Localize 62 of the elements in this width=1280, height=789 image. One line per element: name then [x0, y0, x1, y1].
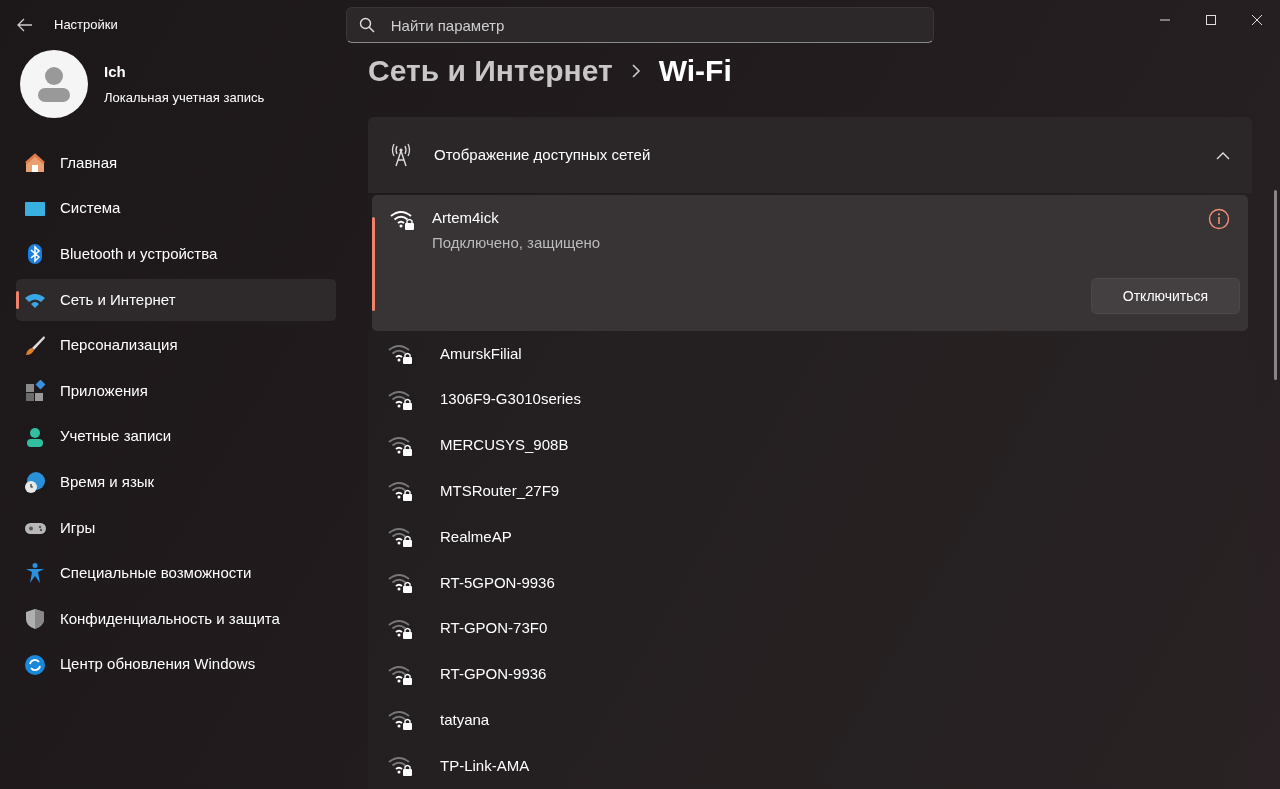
network-item[interactable]: RT-GPON-73F0: [368, 605, 1252, 652]
close-icon: [1251, 15, 1263, 25]
network-item[interactable]: tatyana: [368, 697, 1252, 744]
wifi-lock-icon: [388, 709, 414, 732]
wifi-lock-icon: [388, 434, 414, 457]
person-silhouette-icon: [37, 66, 71, 103]
sidebar-item[interactable]: Система: [16, 187, 336, 230]
info-button[interactable]: [1208, 207, 1230, 231]
network-item[interactable]: 1306F9-G3010series: [368, 376, 1252, 423]
network-item[interactable]: AmurskFilial: [368, 331, 1252, 377]
sidebar-item[interactable]: Игры: [16, 506, 336, 549]
disconnect-button[interactable]: Отключиться: [1091, 278, 1240, 315]
wifi-lock-icon: [388, 388, 414, 411]
user-name: Ich: [104, 62, 127, 83]
sidebar-item[interactable]: Конфиденциальность и защита: [16, 597, 336, 640]
sidebar-item[interactable]: Главная: [16, 142, 336, 185]
page-title: Wi-Fi: [658, 53, 732, 90]
wifi-lock-icon: [388, 617, 414, 640]
person-icon: [24, 425, 46, 448]
window-title: Настройки: [54, 16, 118, 35]
network-item[interactable]: MERCUSYS_908B: [368, 422, 1252, 469]
connection-status: Подключено, защищено: [432, 232, 601, 253]
wifi-lock-icon: [388, 342, 414, 365]
panel-title: Отображение доступных сетей: [434, 144, 651, 165]
network-item[interactable]: MTSRouter_27F9: [368, 468, 1252, 515]
wifi-lock-icon: [388, 526, 414, 549]
breadcrumb-link[interactable]: Сеть и Интернет: [368, 48, 613, 94]
maximize-icon: [1205, 15, 1217, 25]
shield-icon: [24, 607, 46, 630]
info-icon: [1208, 208, 1230, 231]
chevron-up-icon: [1216, 151, 1230, 160]
sidebar-item[interactable]: Специальные возможности: [16, 552, 336, 595]
sidebar-item[interactable]: Персонализация: [16, 324, 336, 367]
globe-clock-icon: [24, 471, 46, 494]
sidebar-item[interactable]: Bluetooth и устройства: [16, 233, 336, 276]
account-type: Локальная учетная запись: [104, 88, 265, 107]
wifi-lock-icon: [388, 571, 414, 594]
sidebar-item[interactable]: Учетные записи: [16, 415, 336, 458]
network-item[interactable]: RT-5GPON-9936: [368, 560, 1252, 606]
network-item[interactable]: TP-Link-AMA: [368, 743, 1252, 789]
apps-icon: [24, 380, 46, 402]
brush-icon: [24, 334, 46, 357]
sidebar-item[interactable]: Время и язык: [16, 461, 336, 504]
sidebar-item[interactable]: Центр обновления Windows: [16, 643, 336, 686]
sync-icon: [24, 653, 46, 676]
wifi-lock-icon: [388, 663, 414, 686]
network-item[interactable]: RT-GPON-9936: [368, 651, 1252, 698]
wifi-lock-icon: [388, 480, 414, 503]
antenna-icon: [390, 143, 412, 168]
search-field[interactable]: Найти параметр: [345, 7, 934, 43]
accessibility-icon: [24, 562, 46, 585]
network-name: Artem4ick: [432, 208, 500, 229]
scrollbar[interactable]: [1274, 190, 1277, 380]
house-icon: [24, 152, 46, 175]
networks-panel-header[interactable]: Отображение доступных сетей: [368, 117, 1252, 194]
sidebar-item[interactable]: Сеть и Интернет: [16, 278, 336, 321]
wifi-lock-icon: [388, 755, 414, 778]
chevron-right-icon: [630, 63, 641, 78]
back-arrow-icon: [17, 18, 33, 32]
wifi-lock-icon: [390, 209, 416, 232]
sidebar-item[interactable]: Приложения: [16, 370, 336, 412]
network-item[interactable]: RealmeAP: [368, 514, 1252, 560]
